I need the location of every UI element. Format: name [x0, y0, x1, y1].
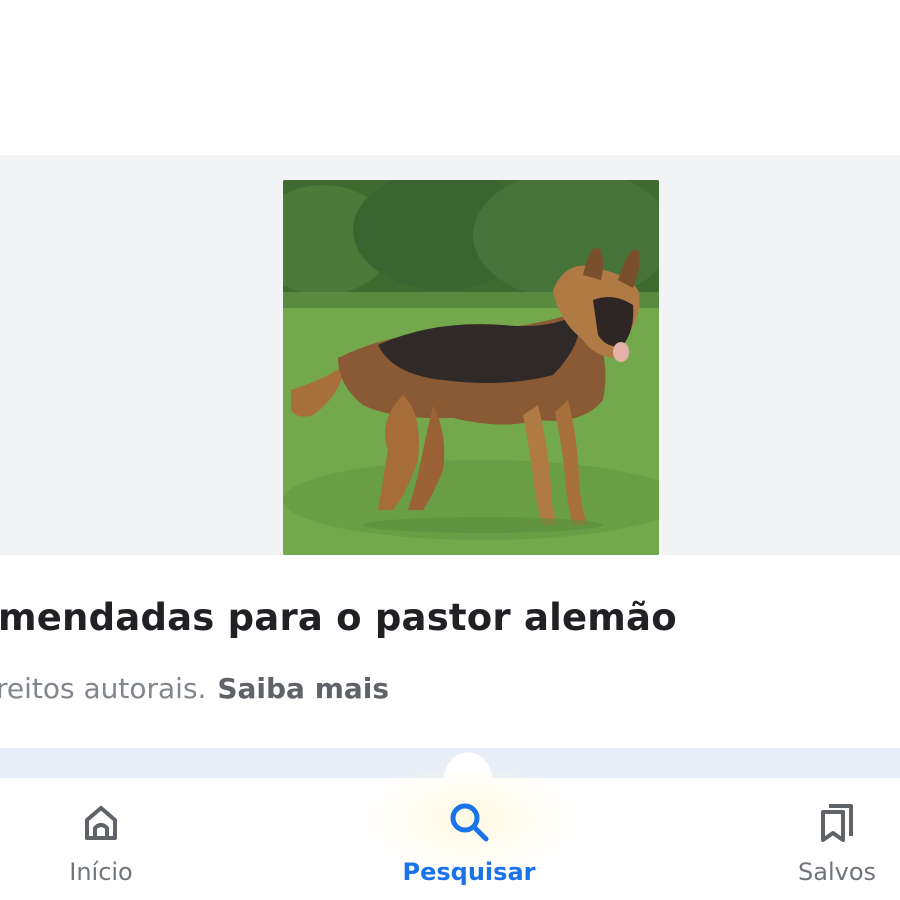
learn-more-link[interactable]: Saiba mais	[217, 672, 389, 705]
top-spacer	[0, 0, 900, 155]
bookmarks-icon	[821, 804, 853, 842]
result-image[interactable]	[283, 180, 659, 555]
bottom-navigation: Início Pesquisar Salvos	[0, 770, 900, 900]
search-icon	[450, 803, 489, 842]
nav-home-label: Início	[69, 858, 133, 886]
home-icon	[85, 806, 117, 840]
nav-saved[interactable]: Salvos	[757, 778, 900, 900]
copyright-note: reitos autorais. Saiba mais	[0, 672, 389, 705]
nav-search-label: Pesquisar	[402, 858, 536, 886]
dog-photo	[283, 180, 659, 555]
nav-search[interactable]: Pesquisar	[389, 778, 549, 900]
nav-saved-label: Salvos	[798, 858, 876, 886]
nav-home[interactable]: Início	[21, 778, 181, 900]
copyright-text: reitos autorais.	[0, 672, 207, 705]
result-title[interactable]: mendadas para o pastor alemão	[0, 596, 677, 639]
